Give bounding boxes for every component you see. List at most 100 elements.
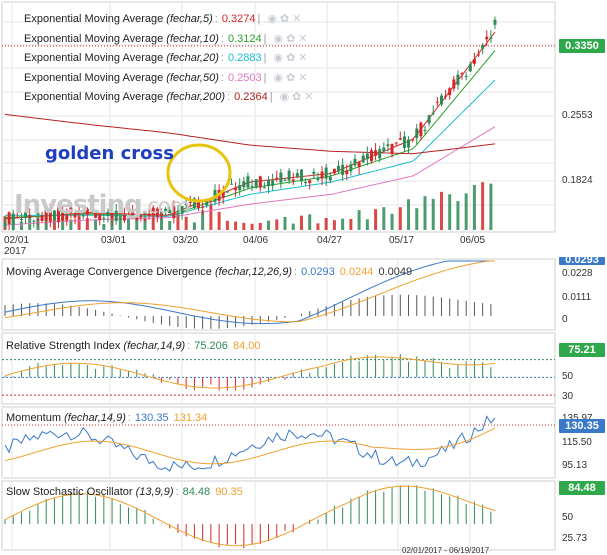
candle-body	[201, 206, 205, 208]
candle-body	[411, 139, 415, 141]
x-tick: 04/27	[317, 235, 343, 246]
candle-body	[229, 183, 233, 185]
ema20-legend-row: Exponential Moving Average (fechar,20):0…	[24, 52, 311, 64]
candle-body	[398, 138, 402, 140]
momentum-line	[4, 415, 496, 472]
volume-bar	[382, 207, 386, 230]
candle-body	[246, 176, 250, 188]
legend-tools-icon[interactable]: ◉✿✕	[273, 52, 310, 64]
candle-body	[448, 88, 452, 96]
candle-body	[427, 115, 431, 124]
x-year: 2017	[4, 246, 27, 257]
legend-tools-icon[interactable]: ◉✿✕	[273, 72, 310, 84]
candle-body	[316, 177, 320, 180]
volume-bar	[398, 207, 402, 230]
stoch-ytick: 50	[562, 512, 574, 523]
candle-body	[382, 147, 386, 151]
volume-bar	[299, 215, 303, 230]
candle-body	[353, 158, 357, 166]
x-tick: 06/05	[460, 235, 486, 246]
candle-body	[374, 150, 378, 156]
volume-bar	[431, 198, 435, 230]
momentum-badge: 130.35	[559, 419, 605, 433]
momentum-ytick: 115.50	[562, 437, 592, 448]
volume-bar	[341, 218, 345, 230]
candle-body	[287, 170, 291, 181]
volume-bar	[349, 218, 353, 230]
candle-body	[444, 95, 448, 97]
macd-ytick: 0.0228	[562, 268, 593, 279]
volume-bar	[168, 220, 172, 230]
candle-body	[394, 142, 398, 144]
stoch-ytick: 25.73	[562, 533, 588, 544]
legend-tools-icon[interactable]: ◉✿✕	[267, 13, 304, 25]
candle-body	[328, 176, 332, 181]
investing-logo: Investing.com	[14, 190, 190, 220]
volume-bar	[357, 210, 361, 230]
candle-body	[262, 187, 266, 189]
legend-tools-icon[interactable]: ◉✿✕	[280, 91, 317, 103]
candle-body	[32, 220, 36, 222]
price-ytick: 0.1824	[562, 175, 593, 186]
candle-body	[357, 162, 361, 168]
volume-bar	[94, 219, 98, 230]
rsi-legend: Relative Strength Index (fechar,14,9):75…	[6, 340, 261, 352]
volume-bar	[332, 220, 336, 230]
volume-bar	[316, 223, 320, 230]
ema200-legend-row: Exponential Moving Average (fechar,200):…	[24, 91, 317, 103]
candle-body	[415, 128, 419, 138]
volume-bar	[267, 220, 271, 230]
volume-bar	[102, 223, 106, 230]
rsi-signal-line	[4, 356, 496, 389]
candle-body	[460, 73, 464, 75]
volume-bar	[489, 183, 493, 230]
volume-bar	[283, 216, 287, 230]
candle-body	[291, 179, 295, 181]
candle-body	[489, 37, 493, 39]
volume-bar	[234, 221, 238, 230]
volume-bar	[217, 211, 221, 230]
candle-body	[423, 129, 427, 131]
candle-body	[324, 167, 328, 179]
volume-bar	[374, 209, 378, 230]
candle-body	[188, 201, 192, 203]
candle-body	[485, 36, 489, 40]
macd-ytick: 0.0111	[562, 292, 592, 303]
volume-bar	[365, 219, 369, 230]
candle-body	[7, 212, 11, 225]
candle-body	[378, 149, 382, 159]
candle-body	[345, 170, 349, 175]
candle-body	[419, 122, 423, 137]
candle-body	[308, 180, 312, 184]
volume-bar	[464, 193, 468, 230]
ema50-value: 0.2503	[227, 71, 262, 84]
rsi-badge: 75.21	[559, 343, 605, 357]
candle-body	[258, 176, 262, 188]
candle-body	[299, 169, 303, 182]
candle-body	[283, 179, 287, 181]
volume-bar	[407, 199, 411, 230]
ema200-value: 0.2364	[234, 91, 268, 103]
x-tick: 02/01	[4, 235, 30, 246]
candle-body	[472, 59, 476, 64]
volume-bar	[456, 201, 460, 230]
legend-tools-icon[interactable]: ◉✿✕	[273, 33, 310, 45]
candle-body	[468, 64, 472, 72]
macd-legend: Moving Average Convergence Divergence (f…	[6, 266, 413, 278]
candle-body	[386, 144, 390, 147]
candle-body	[365, 153, 369, 160]
candle-body	[254, 179, 258, 188]
candle-body	[332, 168, 336, 174]
candle-body	[209, 200, 213, 202]
volume-bar	[439, 191, 443, 230]
price-ytick: 0.2553	[562, 110, 593, 121]
volume-bar	[275, 219, 279, 230]
rsi-ytick: 30	[562, 391, 574, 402]
candle-body	[304, 181, 308, 184]
candle-body	[234, 188, 238, 191]
candle-body	[250, 186, 254, 188]
candle-body	[349, 164, 353, 172]
volume-bar	[423, 196, 427, 230]
candle-body	[279, 172, 283, 183]
candle-body	[390, 143, 394, 155]
